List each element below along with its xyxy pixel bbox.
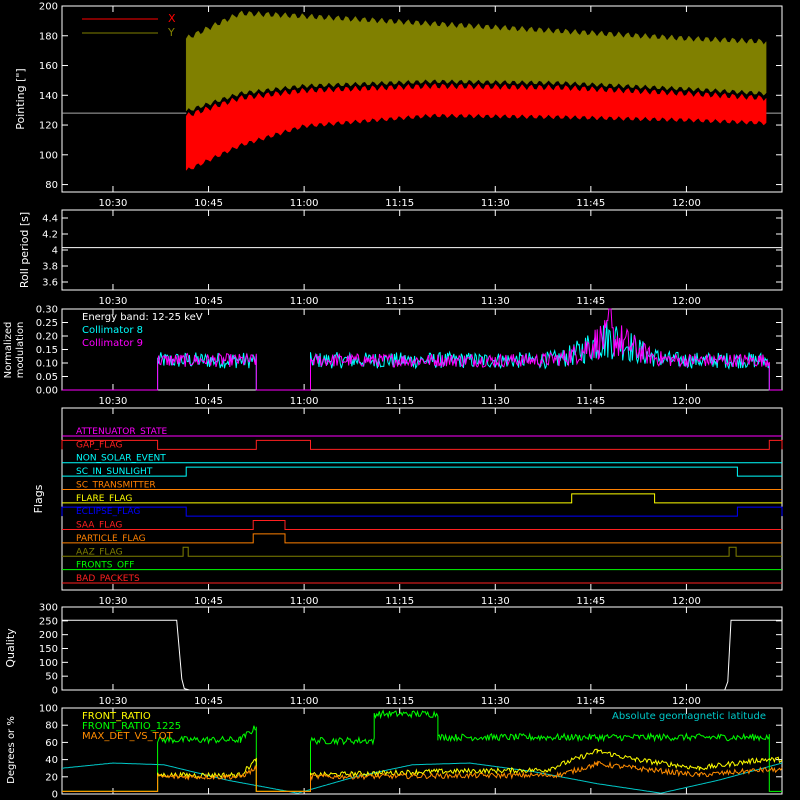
y-tick-label: 0.30 bbox=[36, 305, 58, 316]
y-tick-label: 0.25 bbox=[36, 318, 58, 329]
y-tick-label: 20 bbox=[45, 772, 58, 783]
time-tick-label: 10:45 bbox=[194, 696, 223, 707]
y-tick-label: 3.6 bbox=[42, 278, 58, 289]
y-tick-label: 140 bbox=[39, 91, 58, 102]
time-tick-label: 10:45 bbox=[194, 396, 223, 407]
y-tick-label: 120 bbox=[39, 121, 58, 132]
time-tick-label: 12:00 bbox=[672, 296, 701, 307]
y-tick-label: 100 bbox=[39, 150, 58, 161]
ratios-ylabel: Degrees or % bbox=[6, 716, 17, 784]
y-tick-label: 0.15 bbox=[36, 345, 58, 356]
y-tick-label: 80 bbox=[45, 180, 58, 191]
y-tick-label: 0.00 bbox=[36, 386, 58, 397]
time-tick-label: 10:30 bbox=[99, 596, 128, 607]
time-tick-label: 11:30 bbox=[481, 696, 510, 707]
time-tick-label: 11:00 bbox=[290, 198, 319, 209]
flag-label: GAP_FLAG bbox=[76, 440, 122, 450]
time-tick-label: 10:45 bbox=[194, 296, 223, 307]
y-tick-label: 200 bbox=[39, 2, 58, 13]
time-tick-label: 10:45 bbox=[194, 198, 223, 209]
y-tick-label: 0 bbox=[52, 686, 58, 697]
time-tick-label: 12:00 bbox=[672, 696, 701, 707]
y-tick-label: 300 bbox=[39, 603, 58, 614]
y-tick-label: 4 bbox=[52, 246, 58, 257]
time-tick-label: 10:30 bbox=[99, 696, 128, 707]
time-tick-label: 11:15 bbox=[385, 296, 414, 307]
y-tick-label: 200 bbox=[39, 630, 58, 641]
legend-max-det: MAX_DET_VS_TOT bbox=[82, 731, 174, 742]
roll-period-ylabel: Roll period [s] bbox=[18, 212, 31, 288]
time-tick-label: 11:45 bbox=[576, 696, 605, 707]
modulation-ylabel: Normalizedmodulation bbox=[3, 322, 26, 379]
y-tick-label: 100 bbox=[39, 658, 58, 669]
legend-y-label: Y bbox=[167, 26, 175, 39]
y-tick-label: 4.4 bbox=[42, 214, 58, 225]
y-tick-label: 50 bbox=[45, 672, 58, 683]
time-tick-label: 11:30 bbox=[481, 296, 510, 307]
y-tick-label: 0.20 bbox=[36, 332, 58, 343]
legend-collimator-9: Collimator 9 bbox=[82, 338, 143, 349]
pointing-ylabel: Pointing ["] bbox=[14, 68, 27, 129]
y-tick-label: 80 bbox=[45, 721, 58, 732]
time-tick-label: 11:00 bbox=[290, 596, 319, 607]
time-tick-label: 10:30 bbox=[99, 396, 128, 407]
time-tick-label: 11:15 bbox=[385, 396, 414, 407]
y-tick-label: 150 bbox=[39, 644, 58, 655]
rhessi-summary-figure: 10:30 10:45 11:00 11:15 11:30 11:45 12:00 80 100… bbox=[0, 0, 800, 800]
time-tick-label: 11:15 bbox=[385, 198, 414, 209]
time-tick-label: 10:30 bbox=[99, 198, 128, 209]
time-tick-label: 11:30 bbox=[481, 396, 510, 407]
time-tick-label: 12:00 bbox=[672, 396, 701, 407]
time-tick-label: 12:00 bbox=[672, 198, 701, 209]
time-tick-label: 11:45 bbox=[576, 198, 605, 209]
y-tick-label: 160 bbox=[39, 61, 58, 72]
time-tick-label: 11:15 bbox=[385, 696, 414, 707]
y-tick-label: 0.10 bbox=[36, 359, 58, 370]
legend-energy-band: Energy band: 12-25 keV bbox=[82, 312, 203, 323]
time-tick-label: 11:30 bbox=[481, 198, 510, 209]
time-tick-label: 11:45 bbox=[576, 596, 605, 607]
y-tick-label: 100 bbox=[39, 704, 58, 715]
time-tick-label: 10:45 bbox=[194, 596, 223, 607]
time-tick-label: 11:00 bbox=[290, 396, 319, 407]
y-tick-label: 3.8 bbox=[42, 262, 58, 273]
legend-geomag-latitude: Absolute geomagnetic latitude bbox=[612, 711, 766, 722]
time-tick-label: 10:30 bbox=[99, 296, 128, 307]
time-tick-label: 12:00 bbox=[672, 596, 701, 607]
legend-x-label: X bbox=[168, 12, 176, 25]
flag-label: ECLIPSE_FLAG bbox=[76, 507, 140, 517]
time-tick-label: 11:30 bbox=[481, 596, 510, 607]
legend-collimator-8: Collimator 8 bbox=[82, 325, 143, 336]
time-tick-label: 11:15 bbox=[385, 596, 414, 607]
y-tick-label: 250 bbox=[39, 616, 58, 627]
y-tick-label: 60 bbox=[45, 738, 58, 749]
y-tick-label: 180 bbox=[39, 31, 58, 42]
time-tick-label: 11:45 bbox=[576, 296, 605, 307]
time-tick-label: 11:00 bbox=[290, 696, 319, 707]
time-tick-label: 11:00 bbox=[290, 296, 319, 307]
flags-ylabel: Flags bbox=[32, 484, 45, 513]
y-tick-label: 0 bbox=[52, 790, 58, 800]
y-tick-label: 40 bbox=[45, 755, 58, 766]
y-tick-label: 0.05 bbox=[36, 372, 58, 383]
time-tick-label: 11:45 bbox=[576, 396, 605, 407]
quality-ylabel: Quality bbox=[4, 628, 17, 668]
y-tick-label: 4.2 bbox=[42, 230, 58, 241]
